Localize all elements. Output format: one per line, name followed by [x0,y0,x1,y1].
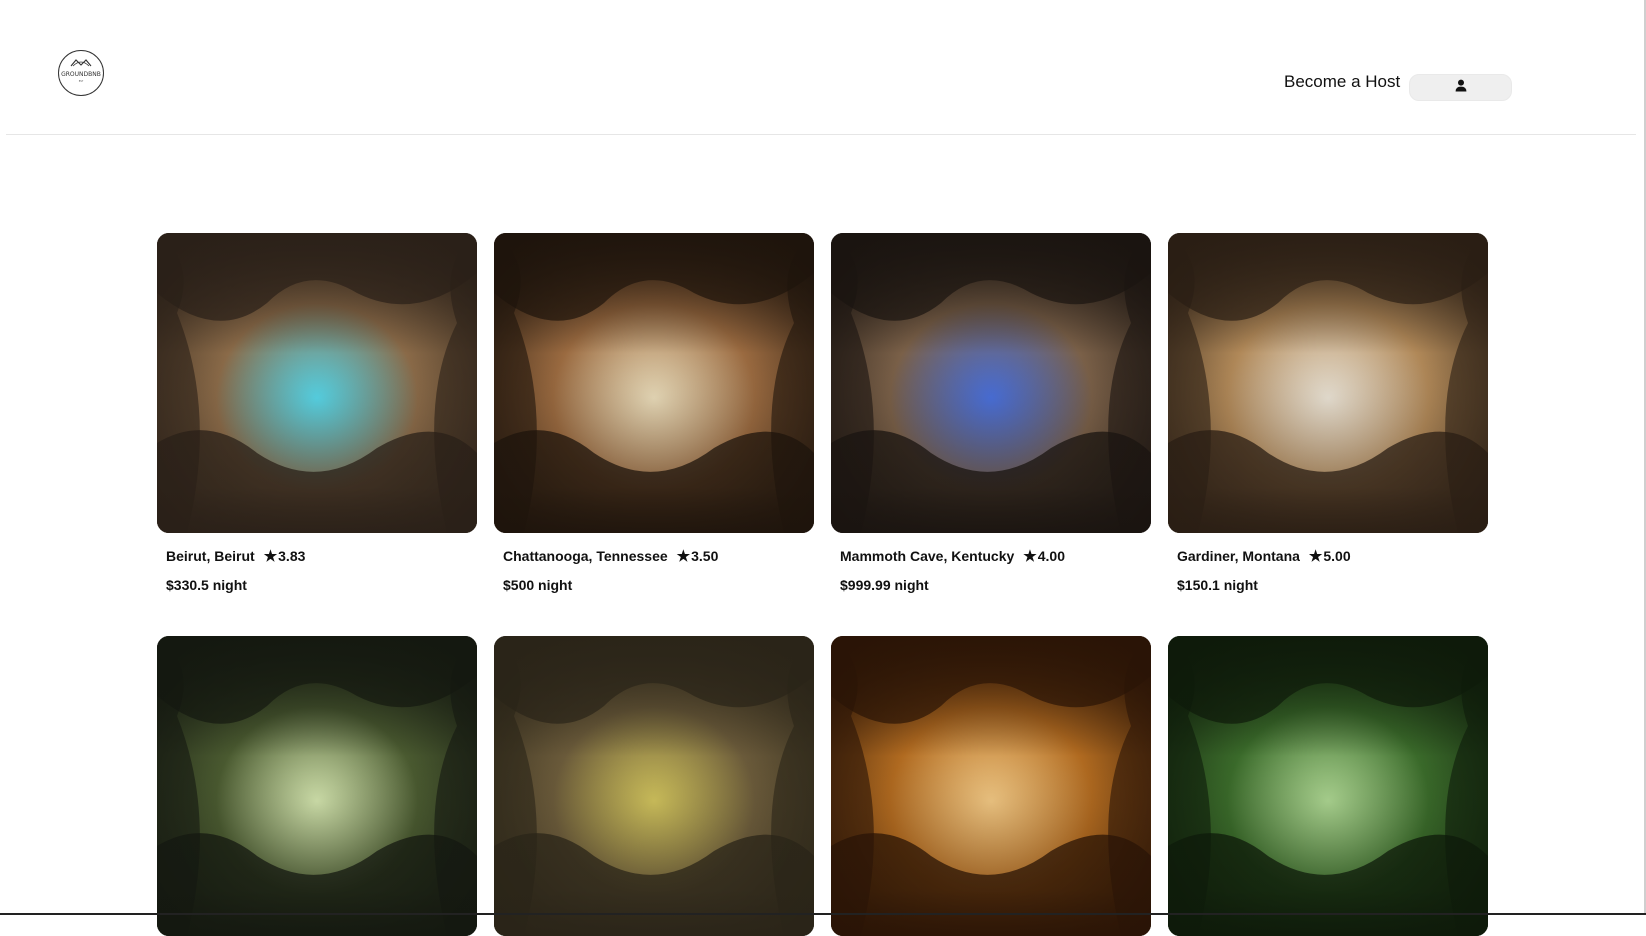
listing-rating: ★ 4.00 [1023,548,1065,564]
listing-location: Gardiner, Montana [1177,548,1300,564]
listing-photo[interactable] [494,636,814,936]
listing-photo[interactable] [1168,636,1488,936]
groundbnb-logo[interactable]: GROUNDBNB EST [57,49,105,97]
listing-card[interactable] [494,636,814,936]
listing-card[interactable]: Gardiner, Montana ★ 5.00 $150.1 night [1168,233,1488,593]
listing-card[interactable]: Mammoth Cave, Kentucky ★ 4.00 $999.99 night [831,233,1151,593]
svg-text:EST: EST [79,80,84,83]
listing-card[interactable]: Chattanooga, Tennessee ★ 3.50 $500 night [494,233,814,593]
listing-card[interactable] [1168,636,1488,936]
top-navbar: GROUNDBNB EST Become a Host [6,0,1636,135]
listing-photo[interactable] [1168,233,1488,533]
user-icon [1455,79,1467,97]
listing-rating: ★ 5.00 [1309,548,1351,564]
listing-location: Chattanooga, Tennessee [503,548,668,564]
star-icon: ★ [1308,547,1323,565]
listing-photo[interactable] [157,636,477,936]
listing-price: $330.5 night [166,577,247,593]
listing-card[interactable] [831,636,1151,936]
rating-value: 4.00 [1037,548,1065,564]
listing-photo[interactable] [157,233,477,533]
logo-wordmark: GROUNDBNB [61,71,101,78]
become-a-host-link[interactable]: Become a Host [1284,72,1400,92]
listing-card[interactable] [157,636,477,936]
listing-rating: ★ 3.50 [677,548,719,564]
rating-value: 3.83 [278,548,306,564]
listing-photo[interactable] [494,233,814,533]
listing-card[interactable]: Beirut, Beirut ★ 3.83 $330.5 night [157,233,477,593]
rating-value: 3.50 [691,548,719,564]
listing-price: $500 night [503,577,573,593]
listing-location: Mammoth Cave, Kentucky [840,548,1015,564]
star-icon: ★ [1023,547,1037,565]
listing-photo[interactable] [831,233,1151,533]
listing-info: Chattanooga, Tennessee ★ 3.50 [503,548,814,564]
star-icon: ★ [263,547,278,565]
listing-info: Mammoth Cave, Kentucky ★ 4.00 [840,548,1151,564]
listing-info: Beirut, Beirut ★ 3.83 [166,548,477,564]
listing-price: $150.1 night [1177,577,1258,593]
listing-price: $999.99 night [840,577,929,593]
listing-location: Beirut, Beirut [166,548,255,564]
rating-value: 5.00 [1323,548,1351,564]
listing-rating: ★ 3.83 [264,548,306,564]
star-icon: ★ [676,547,691,565]
profile-menu-button[interactable] [1409,74,1512,101]
listing-info: Gardiner, Montana ★ 5.00 [1177,548,1488,564]
listing-photo[interactable] [831,636,1151,936]
